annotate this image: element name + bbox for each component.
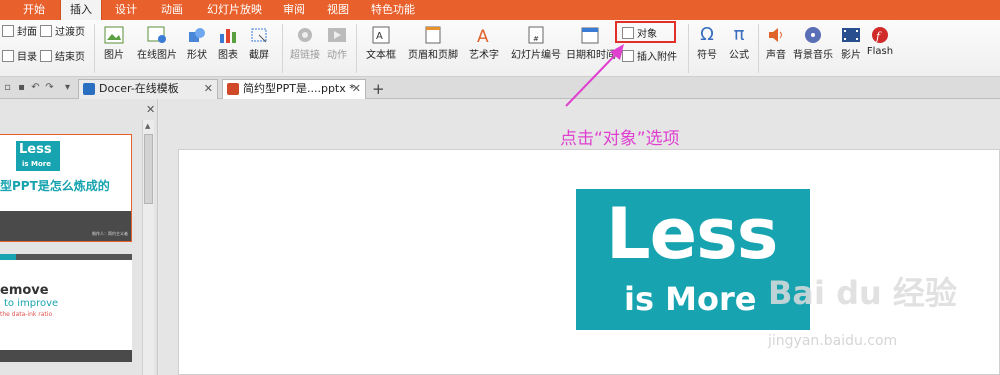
pi-icon: π <box>733 24 745 45</box>
ending-page-icon <box>40 50 52 62</box>
annotation-arrow <box>565 44 624 107</box>
insert-ribbon: 封面 过渡页 目录 结束页 图片 在线图片 形状 图表 截屏 超链接 动作 A … <box>0 20 1000 77</box>
screenshot-button[interactable]: 截屏 <box>244 26 274 61</box>
online-picture-icon <box>147 26 166 43</box>
print-preview-icon[interactable]: ▪ <box>16 82 27 93</box>
hyperlink-button[interactable]: 超链接 <box>288 26 322 61</box>
sound-button[interactable]: 声音 <box>762 26 790 61</box>
music-disc-icon <box>805 27 821 43</box>
textbox-button[interactable]: A 文本框 <box>362 26 400 61</box>
menu-tab-insert[interactable]: 插入 <box>60 0 102 20</box>
thumbnail-footer-bar <box>0 350 132 362</box>
menu-tab-animation[interactable]: 动画 <box>152 0 192 20</box>
transition-page-icon <box>40 25 52 37</box>
dropdown-icon[interactable]: ▾ <box>62 82 73 93</box>
menu-tab-design[interactable]: 设计 <box>106 0 146 20</box>
tab-current-file[interactable]: 简约型PPT是....pptx * ✕ <box>222 79 366 99</box>
toc-icon <box>2 50 14 62</box>
transition-page-button[interactable]: 过渡页 <box>40 24 85 41</box>
shapes-icon <box>189 28 205 42</box>
thumbnail-scrollbar[interactable]: ▲ <box>142 120 154 375</box>
film-icon <box>842 28 860 42</box>
shapes-button[interactable]: 形状 <box>182 26 212 61</box>
baidu-watermark: Bai du 经验 <box>768 274 957 312</box>
thumbnail-title: 型PPT是怎么炼成的 <box>0 179 110 193</box>
slide-thumbnail-2[interactable]: emove to improve the data-ink ratio <box>0 254 132 362</box>
close-icon[interactable]: ✕ <box>204 80 213 98</box>
formula-button[interactable]: π 公式 <box>726 24 752 62</box>
docer-icon <box>83 83 95 95</box>
cover-icon <box>2 25 14 37</box>
svg-text:#: # <box>533 35 539 43</box>
header-footer-button[interactable]: 页眉和页脚 <box>406 26 460 61</box>
close-icon[interactable]: ✕ <box>146 103 155 116</box>
close-icon[interactable]: ✕ <box>352 80 361 98</box>
ribbon-divider <box>688 24 689 73</box>
wordart-button[interactable]: A 艺术字 <box>464 26 504 61</box>
action-icon <box>328 28 346 42</box>
flash-button[interactable]: f Flash <box>866 26 894 57</box>
thumbnail-accent <box>0 254 16 260</box>
online-picture-button[interactable]: 在线图片 <box>134 26 180 61</box>
new-tab-icon[interactable]: + <box>372 80 385 98</box>
header-footer-icon <box>425 26 441 44</box>
menu-tab-special[interactable]: 特色功能 <box>362 0 424 20</box>
scrollbar-thumb[interactable] <box>144 134 153 204</box>
menu-tab-slideshow[interactable]: 幻灯片放映 <box>198 0 271 20</box>
document-tab-bar: ▫ ▪ ↶ ↷ ▾ Docer-在线模板 ✕ 简约型PPT是....pptx *… <box>0 77 1000 99</box>
toc-button[interactable]: 目录 <box>2 49 37 66</box>
ribbon-divider <box>758 24 759 73</box>
menu-tab-review[interactable]: 审阅 <box>274 0 314 20</box>
svg-text:A: A <box>477 27 489 44</box>
movie-button[interactable]: 影片 <box>838 26 864 61</box>
thumbnail-logo: Less is More <box>16 141 60 171</box>
ending-page-button[interactable]: 结束页 <box>40 49 85 66</box>
symbol-button[interactable]: Ω 符号 <box>692 24 722 62</box>
flash-icon: f <box>872 27 888 43</box>
screenshot-icon <box>251 28 267 43</box>
menu-bar: 开始 插入 设计 动画 幻灯片放映 审阅 视图 特色功能 <box>0 0 1000 20</box>
thumbnail-header-bar <box>0 254 132 260</box>
scroll-up-icon[interactable]: ▲ <box>145 122 150 130</box>
tab-docer[interactable]: Docer-在线模板 ✕ <box>78 79 218 99</box>
ribbon-divider <box>282 24 283 73</box>
omega-icon: Ω <box>700 24 714 45</box>
annotation-text: 点击“对象”选项 <box>560 129 680 149</box>
textbox-icon: A <box>372 26 390 44</box>
watermark-url: jingyan.baidu.com <box>768 333 898 349</box>
ppt-file-icon <box>227 83 239 95</box>
svg-text:A: A <box>376 31 383 42</box>
redo-icon[interactable]: ↷ <box>44 82 55 93</box>
chart-icon <box>220 29 236 43</box>
slide-number-button[interactable]: # 幻灯片编号 <box>508 26 564 61</box>
menu-tab-view[interactable]: 视图 <box>318 0 358 20</box>
menu-tab-home[interactable]: 开始 <box>14 0 54 20</box>
ribbon-divider <box>356 24 357 73</box>
picture-icon <box>104 26 124 44</box>
thumbnail-footer-bar: 制作人：简约主义者 <box>0 211 131 241</box>
speaker-icon <box>769 28 782 42</box>
background-music-button[interactable]: 背景音乐 <box>792 26 834 61</box>
hyperlink-icon <box>298 28 312 42</box>
ribbon-divider <box>94 24 95 73</box>
wordart-icon: A <box>477 27 489 44</box>
slide-thumbnail-1[interactable]: Less is More 型PPT是怎么炼成的 制作人：简约主义者 <box>0 134 132 242</box>
action-button[interactable]: 动作 <box>324 26 350 61</box>
slide-number-icon: # <box>528 26 544 44</box>
undo-icon[interactable]: ↶ <box>30 82 41 93</box>
chart-button[interactable]: 图表 <box>216 26 240 61</box>
new-doc-icon[interactable]: ▫ <box>2 82 13 93</box>
picture-button[interactable]: 图片 <box>100 26 128 61</box>
cover-button[interactable]: 封面 <box>2 24 37 41</box>
